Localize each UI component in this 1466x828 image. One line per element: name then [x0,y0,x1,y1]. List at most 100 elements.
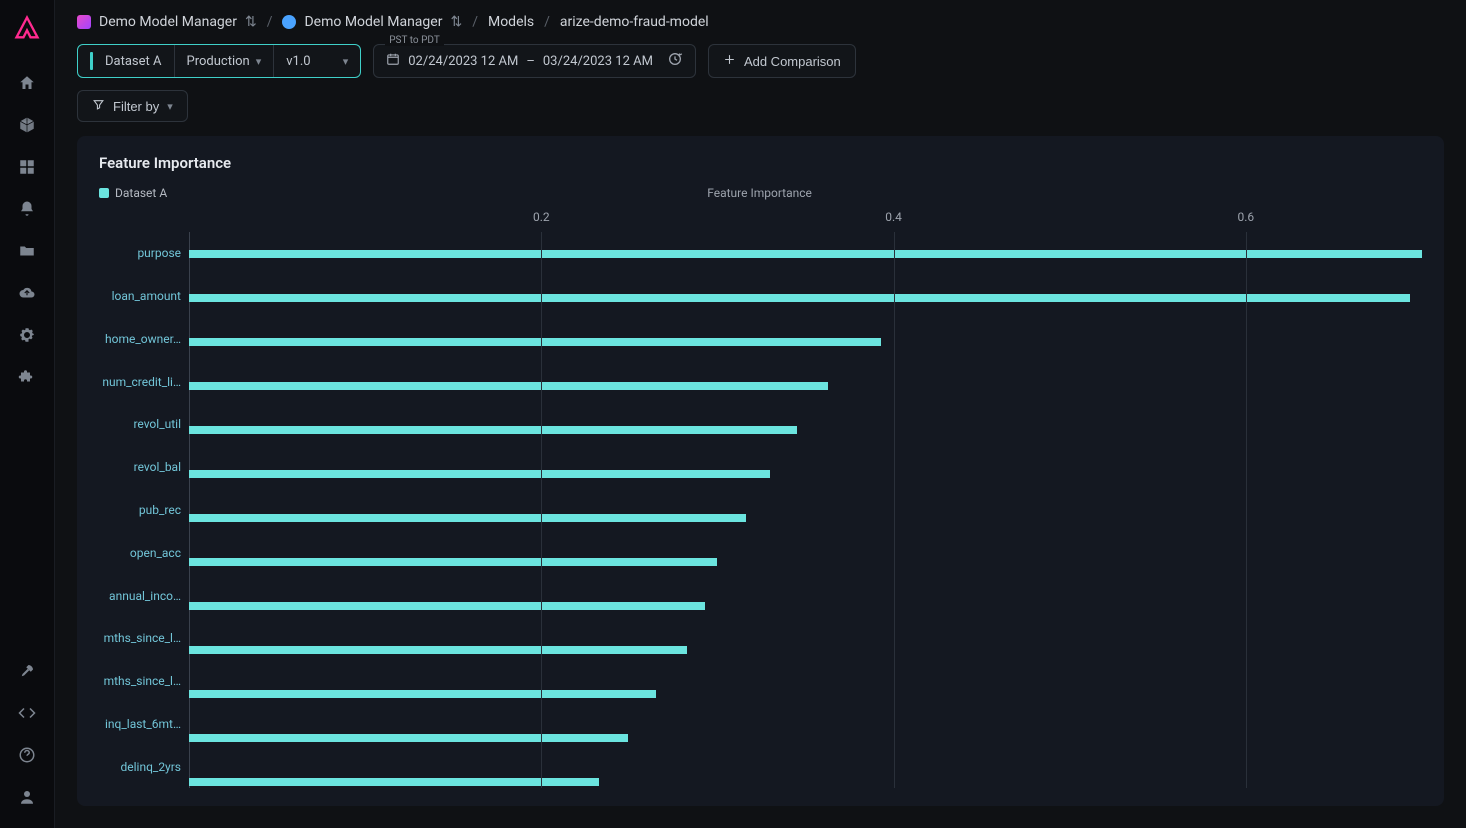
y-tick-label: pub_rec [99,489,189,532]
user-icon[interactable] [16,786,38,808]
legend-dataset-a[interactable]: Dataset A [99,186,167,200]
version-label: v1.0 [286,54,310,69]
bar[interactable] [189,646,687,654]
filter-row: Filter by ▾ [55,86,1466,136]
chevron-down-icon: ▾ [167,100,173,113]
bar[interactable] [189,514,746,522]
clock-refresh-icon [667,51,683,71]
filter-icon [92,98,105,114]
puzzle-icon[interactable] [16,366,38,388]
filter-by-label: Filter by [113,99,159,114]
calendar-icon [386,52,400,70]
org-icon [77,15,91,29]
cloud-upload-icon[interactable] [16,282,38,304]
y-tick-label: mths_since_l… [99,660,189,703]
bar-row [189,628,1422,672]
y-tick-label: open_acc [99,531,189,574]
y-tick-label: loan_amount [99,275,189,318]
bar[interactable] [189,470,770,478]
bar-row [189,672,1422,716]
dataset-select[interactable]: Dataset A [78,45,175,77]
y-tick-label: num_credit_li… [99,360,189,403]
bar[interactable] [189,558,717,566]
crumb-space[interactable]: Demo Model Manager ⇅ [282,14,462,30]
date-sep: – [526,54,535,69]
x-tick-label: 0.4 [885,210,902,224]
x-tick-label: 0.6 [1238,210,1255,224]
bar[interactable] [189,602,705,610]
bar-row [189,276,1422,320]
panel-title: Feature Importance [99,154,1422,172]
chevron-down-icon: ▾ [343,55,349,68]
crumb-org[interactable]: Demo Model Manager ⇅ [77,14,257,30]
date-range-select[interactable]: 02/24/2023 12 AM – 03/24/2023 12 AM [373,44,696,78]
cube-icon[interactable] [16,114,38,136]
legend-label: Dataset A [115,186,167,200]
bell-icon[interactable] [16,198,38,220]
breadcrumb-sep: / [267,14,273,30]
dataset-marker-icon [90,52,93,70]
env-select[interactable]: Production ▾ [175,45,275,77]
crumb-section[interactable]: Models [488,14,534,30]
y-tick-label: inq_last_6mt… [99,702,189,745]
y-tick-label: annual_inco… [99,574,189,617]
arize-logo[interactable] [13,14,41,42]
bar[interactable] [189,338,881,346]
main: Demo Model Manager ⇅ / Demo Model Manage… [55,0,1466,828]
bar-row [189,496,1422,540]
bar[interactable] [189,382,828,390]
bar-row [189,540,1422,584]
add-comparison-button[interactable]: Add Comparison [708,44,856,78]
bar-row [189,320,1422,364]
version-select[interactable]: v1.0 ▾ [274,45,360,77]
add-comparison-label: Add Comparison [744,54,841,69]
y-tick-label: mths_since_l… [99,617,189,660]
bar[interactable] [189,778,599,786]
folder-icon[interactable] [16,240,38,262]
bar-row [189,408,1422,452]
updown-icon: ⇅ [450,14,462,30]
tz-label: PST to PDT [385,35,444,46]
crumb-model[interactable]: arize-demo-fraud-model [560,14,709,30]
chart-top: Dataset A Feature Importance [99,186,1422,200]
bar-row [189,452,1422,496]
bar-row [189,364,1422,408]
home-icon[interactable] [16,72,38,94]
dashboard-icon[interactable] [16,156,38,178]
bar[interactable] [189,426,797,434]
crumb-model-label: arize-demo-fraud-model [560,14,709,30]
rocket-icon[interactable] [16,660,38,682]
sidebar [0,0,55,828]
y-tick-label: revol_bal [99,446,189,489]
dataset-label: Dataset A [105,54,162,69]
plus-icon [723,53,736,69]
breadcrumb-sep: / [544,14,550,30]
bar[interactable] [189,294,1410,302]
crumb-org-label: Demo Model Manager [99,14,237,30]
crumb-section-label: Models [488,14,534,30]
bar[interactable] [189,734,628,742]
bar-row [189,760,1422,804]
dataset-env-version-select: Dataset A Production ▾ v1.0 ▾ [77,44,361,78]
bar-row [189,716,1422,760]
bar-row [189,232,1422,276]
toolbar: Dataset A Production ▾ v1.0 ▾ PST to PDT… [55,40,1466,86]
crumb-space-label: Demo Model Manager [304,14,442,30]
bars-container [189,232,1422,804]
legend-swatch-icon [99,188,109,198]
plot: 0.20.40.6 [189,206,1422,788]
date-range-group: PST to PDT 02/24/2023 12 AM – 03/24/2023… [373,44,696,78]
bar[interactable] [189,690,656,698]
y-tick-label: home_owner… [99,318,189,361]
grid-line [894,232,895,788]
bar[interactable] [189,250,1422,258]
updown-icon: ⇅ [245,14,257,30]
help-icon[interactable] [16,744,38,766]
feature-importance-panel: Feature Importance Dataset A Feature Imp… [77,136,1444,806]
breadcrumb-sep: / [472,14,478,30]
code-icon[interactable] [16,702,38,724]
gear-icon[interactable] [16,324,38,346]
y-axis-labels: purposeloan_amounthome_owner…num_credit_… [99,206,189,788]
grid-line [541,232,542,788]
filter-by-button[interactable]: Filter by ▾ [77,90,188,122]
